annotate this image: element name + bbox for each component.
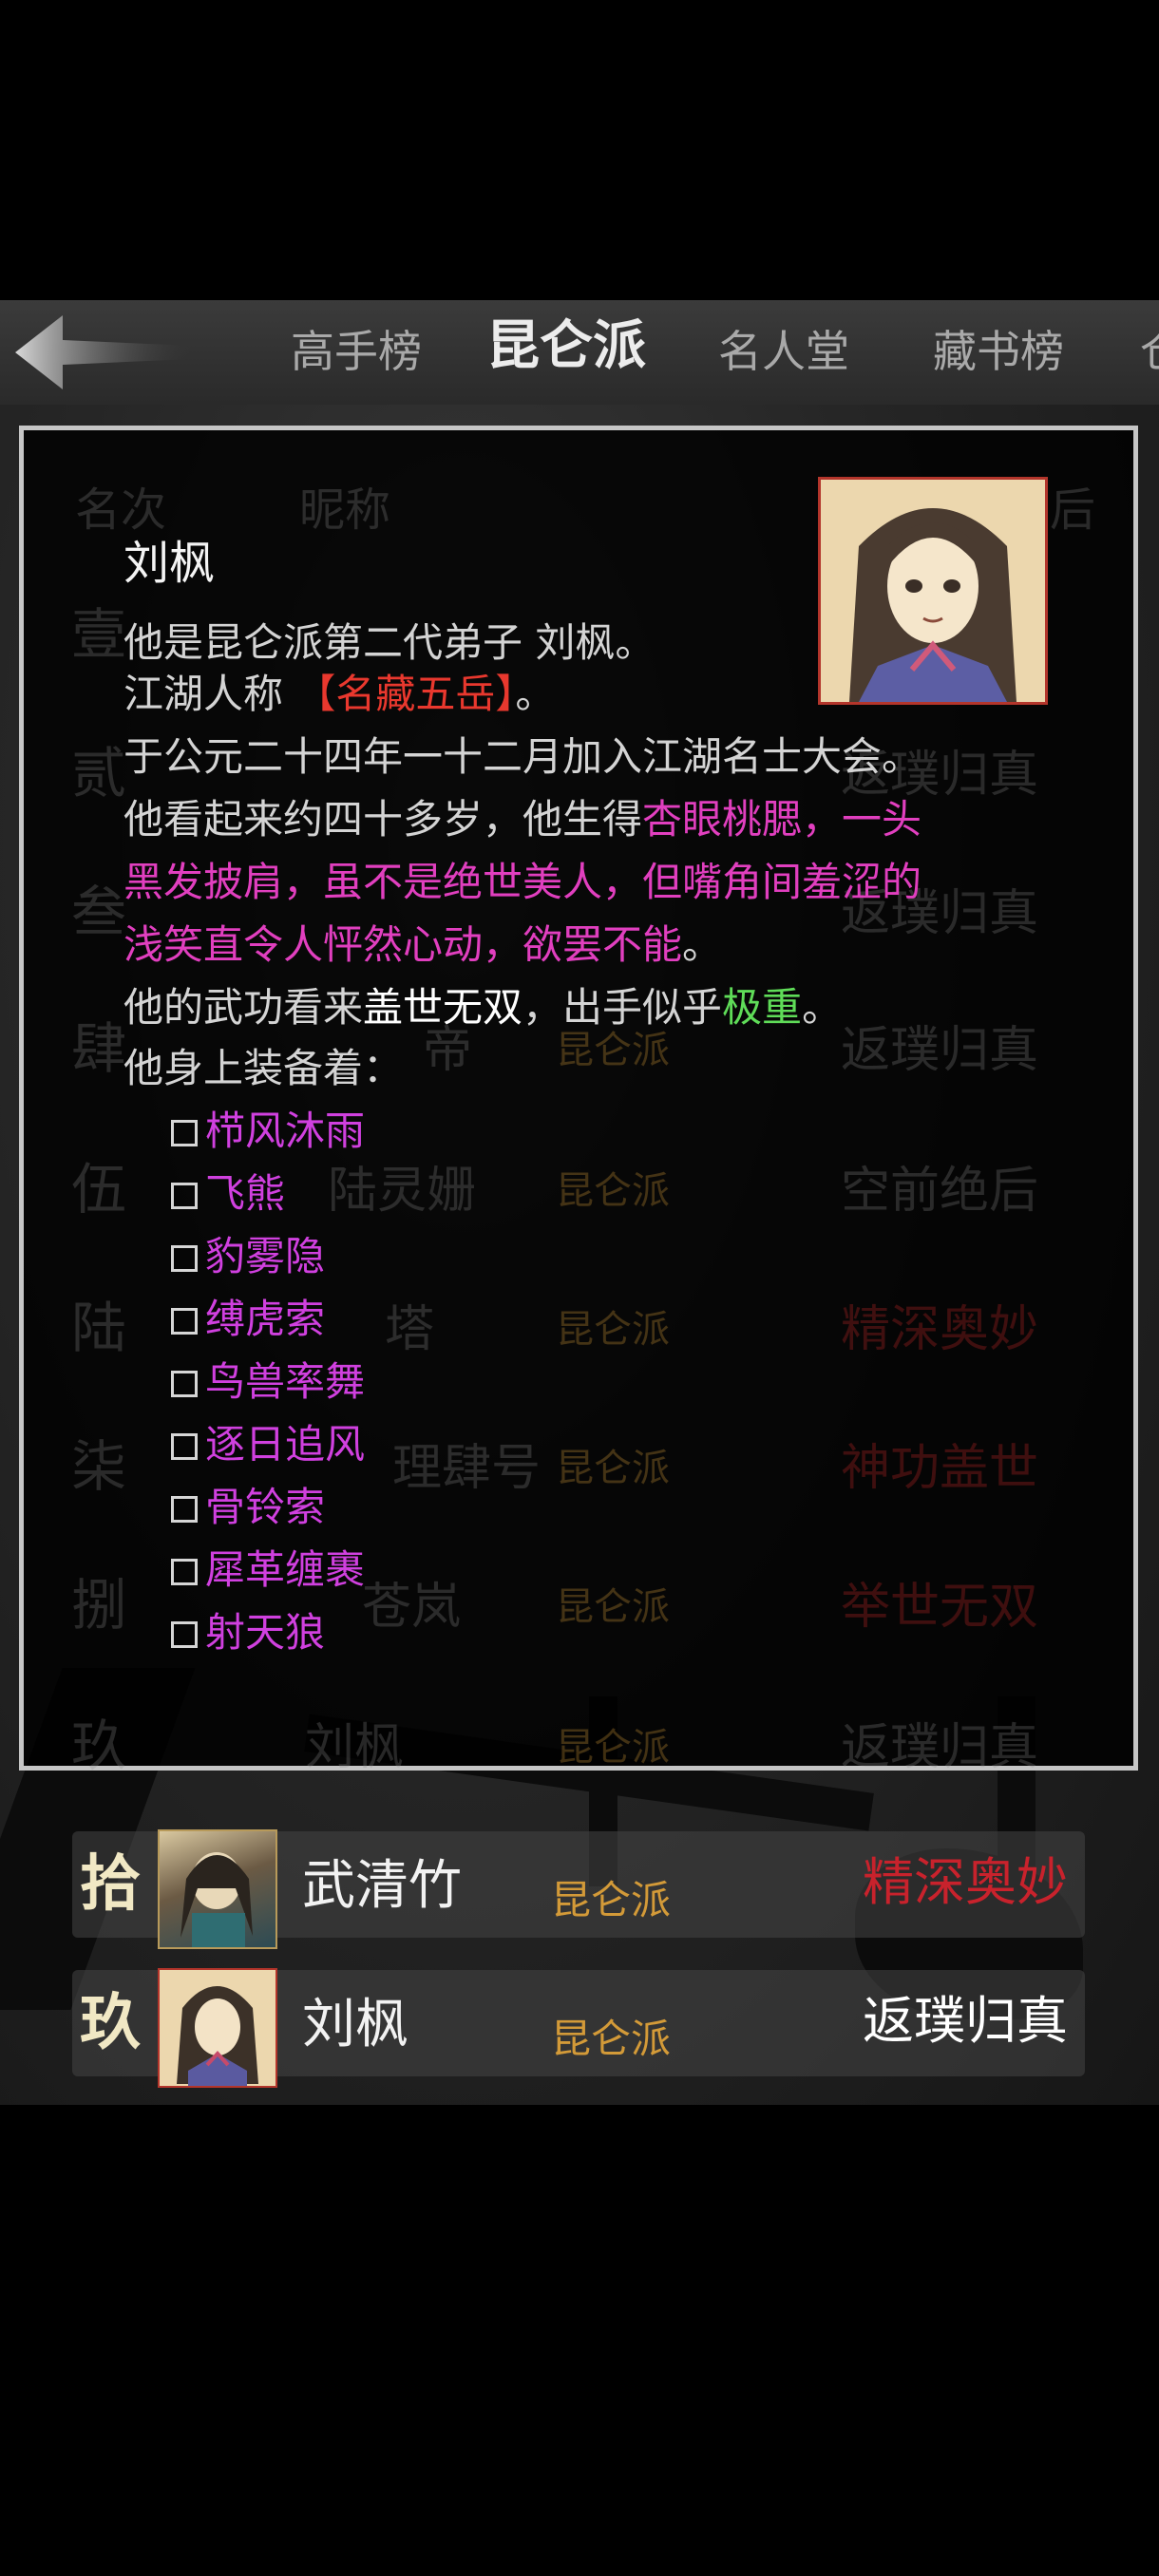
equipment-item[interactable]: 豹雾隐 [171,1233,325,1280]
tab-hall-of-fame[interactable]: 名人堂 [718,321,849,382]
back-arrow-icon[interactable] [13,313,194,391]
ghost-rank: 陆 [71,1296,127,1360]
equipment-name: 逐日追风 [205,1421,366,1468]
rank-title: 精深奥妙 [863,1852,1068,1912]
checkbox-icon [171,1120,198,1146]
ghost-title: 精深奥妙 [841,1301,1039,1358]
ghost-name: 苍岚 [362,1579,462,1636]
ghost-sect: 昆仑派 [556,1726,670,1770]
checkbox-icon [171,1559,198,1585]
hit-level: 极重 [722,984,803,1031]
ghost-name: 刘枫 [305,1719,405,1776]
join-date-line: 于公元二十四年一十二月加入江湖名士大会。 [124,733,922,780]
ghost-title: 返璞归真 [841,1719,1039,1776]
rank-label: 拾 [80,1848,141,1920]
ghost-sect: 昆仑派 [556,1308,670,1352]
equipment-item[interactable]: 缚虎索 [171,1296,325,1343]
ghost-sect: 昆仑派 [556,1585,670,1629]
equipment-item[interactable]: 飞熊 [171,1170,285,1218]
equipment-name: 栉风沐雨 [205,1108,366,1154]
ghost-title: 返璞归真 [841,1022,1039,1079]
player-name: 武清竹 [302,1855,462,1917]
ghost-title: 举世无双 [841,1579,1039,1636]
intro-line: 他是昆仑派第二代弟子 刘枫。 [124,619,656,666]
appearance-suffix: 。 [682,921,723,968]
avatar [158,1968,277,2088]
ghost-title: 神功盖世 [841,1440,1039,1497]
equipment-item[interactable]: 逐日追风 [171,1421,365,1468]
nickname: 【名藏五岳】 [295,671,516,717]
equipment-header: 他身上装备着： [124,1045,404,1091]
equipment-item[interactable]: 骨铃索 [171,1484,325,1531]
nickname-line: 江湖人称 【名藏五岳】。 [124,671,555,718]
ghost-title: 空前绝后 [841,1163,1039,1220]
tab-more[interactable]: 仓 [1140,321,1159,382]
martial-mid: ，出手似乎 [522,984,723,1031]
equipment-item[interactable]: 射天狼 [171,1609,325,1657]
equipment-item[interactable]: 栉风沐雨 [171,1108,365,1155]
ghost-rank: 柒 [71,1434,127,1499]
equipment-name: 缚虎索 [205,1296,326,1342]
list-header-title: 后 [1050,483,1096,537]
sect-name: 昆仑派 [551,2016,672,2062]
appearance-line-1: 他看起来约四十多岁，他生得杏眼桃腮，一头 [124,796,922,843]
equipment-name: 豹雾隐 [205,1233,326,1279]
list-header-rank: 名次 [75,483,167,537]
rank-label: 玖 [80,1987,141,2058]
checkbox-icon [171,1496,198,1523]
appearance-line-2: 黑发披肩，虽不是绝世美人，但嘴角间羞涩的 [124,859,922,905]
list-row[interactable]: 拾 武清竹 昆仑派 精深奥妙 [72,1829,1085,1949]
checkbox-icon [171,1183,198,1209]
martial-level: 盖世无双 [363,984,523,1031]
nickname-prefix: 江湖人称 [124,671,296,717]
tab-book-ranking[interactable]: 藏书榜 [933,321,1064,382]
appearance-prefix: 他看起来约四十多岁，他生得 [124,796,643,843]
equipment-item[interactable]: 犀革缠裹 [171,1546,365,1594]
equipment-name: 骨铃索 [205,1484,326,1530]
checkbox-icon [171,1308,198,1335]
ghost-name: 塔 [385,1301,435,1358]
equipment-name: 犀革缠裹 [205,1546,366,1593]
checkbox-icon [171,1621,198,1648]
ghost-name: 理肆号 [392,1440,542,1497]
rank-title: 返璞归真 [863,1991,1068,2051]
sect-name: 昆仑派 [551,1877,672,1923]
martial-line: 他的武功看来盖世无双，出手似乎极重。 [124,984,842,1032]
tab-masters[interactable]: 高手榜 [291,321,422,382]
ghost-rank: 壹 [71,602,127,667]
ghost-rank: 捌 [71,1573,127,1638]
nickname-suffix: 。 [515,671,556,717]
character-name: 刘枫 [124,537,216,590]
player-name: 刘枫 [302,1994,408,2055]
checkbox-icon [171,1371,198,1397]
checkbox-icon [171,1245,198,1272]
ghost-rank: 叁 [71,880,127,944]
list-row[interactable]: 玖 刘枫 昆仑派 返璞归真 [72,1968,1085,2088]
appearance-text: 浅笑直令人怦然心动，欲罢不能 [124,921,683,968]
avatar [158,1829,277,1949]
equipment-name: 射天狼 [205,1609,326,1656]
list-header-nickname: 昵称 [299,483,391,537]
appearance-text: 杏眼桃腮，一头 [642,796,922,843]
ghost-rank: 伍 [71,1157,127,1222]
ghost-rank: 贰 [71,741,127,805]
equipment-item[interactable]: 鸟兽率舞 [171,1358,365,1406]
character-portrait [818,477,1048,705]
martial-prefix: 他的武功看来 [124,984,364,1031]
ghost-name: 陆灵姗 [328,1163,477,1220]
appearance-line-3: 浅笑直令人怦然心动，欲罢不能。 [124,921,722,969]
martial-suffix: 。 [802,984,843,1031]
ghost-rank: 玖 [71,1714,127,1778]
equipment-name: 飞熊 [205,1170,286,1217]
ghost-rank: 肆 [71,1016,127,1081]
ghost-sect: 昆仑派 [556,1169,670,1213]
checkbox-icon [171,1433,198,1460]
ghost-sect: 昆仑派 [556,1447,670,1490]
tab-kunlun-sect[interactable]: 昆仑派 [486,315,646,376]
equipment-name: 鸟兽率舞 [205,1358,366,1405]
